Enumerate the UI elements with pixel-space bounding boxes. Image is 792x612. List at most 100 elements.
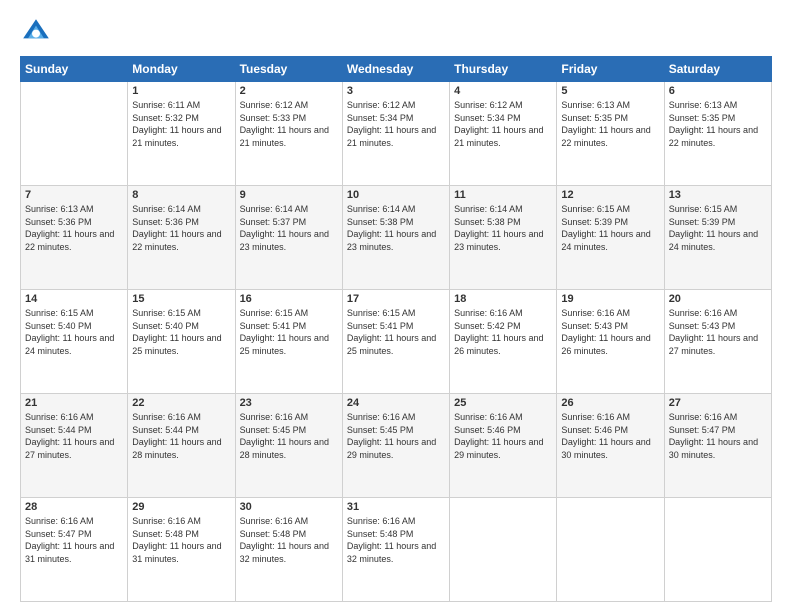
calendar-cell: 22 Sunrise: 6:16 AMSunset: 5:44 PMDayligh…	[128, 394, 235, 498]
day-number: 8	[132, 189, 230, 201]
calendar-cell: 31 Sunrise: 6:16 AMSunset: 5:48 PMDayligh…	[342, 498, 449, 602]
calendar-cell: 13Sunrise: 6:15 AMSunset: 5:39 PMDayligh…	[664, 186, 771, 290]
day-info: Sunrise: 6:13 AMSunset: 5:35 PMDaylight:…	[669, 99, 767, 149]
day-info: Sunrise: 6:12 AMSunset: 5:33 PMDaylight:…	[240, 99, 338, 149]
day-info: Sunrise: 6:13 AMSunset: 5:36 PMDaylight:…	[25, 203, 123, 253]
calendar-cell: 5 Sunrise: 6:13 AMSunset: 5:35 PMDaylight…	[557, 82, 664, 186]
calendar-cell: 15Sunrise: 6:15 AMSunset: 5:40 PMDayligh…	[128, 290, 235, 394]
weekday-header-friday: Friday	[557, 57, 664, 82]
day-info: Sunrise: 6:16 AMSunset: 5:44 PMDaylight:…	[132, 411, 230, 461]
day-info: Sunrise: 6:15 AMSunset: 5:40 PMDaylight:…	[25, 307, 123, 357]
calendar-cell	[450, 498, 557, 602]
calendar-cell: 11 Sunrise: 6:14 AMSunset: 5:38 PMDayligh…	[450, 186, 557, 290]
day-info: Sunrise: 6:15 AMSunset: 5:39 PMDaylight:…	[669, 203, 767, 253]
calendar-cell: 18 Sunrise: 6:16 AMSunset: 5:42 PMDayligh…	[450, 290, 557, 394]
day-number: 29	[132, 501, 230, 513]
day-number: 26	[561, 397, 659, 409]
calendar-table: SundayMondayTuesdayWednesdayThursdayFrid…	[20, 56, 772, 602]
calendar-cell: 2 Sunrise: 6:12 AMSunset: 5:33 PMDaylight…	[235, 82, 342, 186]
week-row-2: 7 Sunrise: 6:13 AMSunset: 5:36 PMDaylight…	[21, 186, 772, 290]
calendar-cell: 4 Sunrise: 6:12 AMSunset: 5:34 PMDaylight…	[450, 82, 557, 186]
calendar-cell	[664, 498, 771, 602]
day-number: 1	[132, 85, 230, 97]
day-info: Sunrise: 6:12 AMSunset: 5:34 PMDaylight:…	[347, 99, 445, 149]
day-info: Sunrise: 6:16 AMSunset: 5:45 PMDaylight:…	[347, 411, 445, 461]
day-number: 15	[132, 293, 230, 305]
calendar-cell: 3 Sunrise: 6:12 AMSunset: 5:34 PMDaylight…	[342, 82, 449, 186]
day-info: Sunrise: 6:16 AMSunset: 5:48 PMDaylight:…	[132, 515, 230, 565]
weekday-header-wednesday: Wednesday	[342, 57, 449, 82]
day-info: Sunrise: 6:16 AMSunset: 5:48 PMDaylight:…	[240, 515, 338, 565]
day-info: Sunrise: 6:11 AMSunset: 5:32 PMDaylight:…	[132, 99, 230, 149]
day-info: Sunrise: 6:14 AMSunset: 5:37 PMDaylight:…	[240, 203, 338, 253]
day-info: Sunrise: 6:12 AMSunset: 5:34 PMDaylight:…	[454, 99, 552, 149]
week-row-5: 28 Sunrise: 6:16 AMSunset: 5:47 PMDayligh…	[21, 498, 772, 602]
calendar-cell: 30 Sunrise: 6:16 AMSunset: 5:48 PMDayligh…	[235, 498, 342, 602]
calendar-cell: 9 Sunrise: 6:14 AMSunset: 5:37 PMDaylight…	[235, 186, 342, 290]
calendar-cell: 20Sunrise: 6:16 AMSunset: 5:43 PMDayligh…	[664, 290, 771, 394]
day-number: 20	[669, 293, 767, 305]
weekday-header-monday: Monday	[128, 57, 235, 82]
day-number: 27	[669, 397, 767, 409]
day-info: Sunrise: 6:14 AMSunset: 5:36 PMDaylight:…	[132, 203, 230, 253]
day-number: 24	[347, 397, 445, 409]
weekday-header-row: SundayMondayTuesdayWednesdayThursdayFrid…	[21, 57, 772, 82]
calendar-cell: 19 Sunrise: 6:16 AMSunset: 5:43 PMDayligh…	[557, 290, 664, 394]
calendar-cell: 21Sunrise: 6:16 AMSunset: 5:44 PMDayligh…	[21, 394, 128, 498]
day-number: 5	[561, 85, 659, 97]
day-number: 10	[347, 189, 445, 201]
calendar-cell: 26Sunrise: 6:16 AMSunset: 5:46 PMDayligh…	[557, 394, 664, 498]
logo	[20, 16, 56, 48]
week-row-4: 21Sunrise: 6:16 AMSunset: 5:44 PMDayligh…	[21, 394, 772, 498]
day-number: 23	[240, 397, 338, 409]
week-row-3: 14 Sunrise: 6:15 AMSunset: 5:40 PMDayligh…	[21, 290, 772, 394]
day-number: 3	[347, 85, 445, 97]
day-info: Sunrise: 6:16 AMSunset: 5:42 PMDaylight:…	[454, 307, 552, 357]
day-number: 30	[240, 501, 338, 513]
calendar-cell: 14 Sunrise: 6:15 AMSunset: 5:40 PMDayligh…	[21, 290, 128, 394]
day-number: 22	[132, 397, 230, 409]
day-number: 7	[25, 189, 123, 201]
day-number: 14	[25, 293, 123, 305]
day-number: 9	[240, 189, 338, 201]
calendar-cell	[557, 498, 664, 602]
week-row-1: 1 Sunrise: 6:11 AMSunset: 5:32 PMDaylight…	[21, 82, 772, 186]
day-number: 31	[347, 501, 445, 513]
weekday-header-thursday: Thursday	[450, 57, 557, 82]
day-number: 25	[454, 397, 552, 409]
day-info: Sunrise: 6:13 AMSunset: 5:35 PMDaylight:…	[561, 99, 659, 149]
weekday-header-tuesday: Tuesday	[235, 57, 342, 82]
day-info: Sunrise: 6:15 AMSunset: 5:41 PMDaylight:…	[240, 307, 338, 357]
day-info: Sunrise: 6:14 AMSunset: 5:38 PMDaylight:…	[454, 203, 552, 253]
calendar-cell: 1 Sunrise: 6:11 AMSunset: 5:32 PMDaylight…	[128, 82, 235, 186]
calendar-cell: 12Sunrise: 6:15 AMSunset: 5:39 PMDayligh…	[557, 186, 664, 290]
day-info: Sunrise: 6:16 AMSunset: 5:48 PMDaylight:…	[347, 515, 445, 565]
day-number: 18	[454, 293, 552, 305]
calendar-cell: 16Sunrise: 6:15 AMSunset: 5:41 PMDayligh…	[235, 290, 342, 394]
day-info: Sunrise: 6:16 AMSunset: 5:47 PMDaylight:…	[25, 515, 123, 565]
day-info: Sunrise: 6:16 AMSunset: 5:45 PMDaylight:…	[240, 411, 338, 461]
day-info: Sunrise: 6:16 AMSunset: 5:44 PMDaylight:…	[25, 411, 123, 461]
weekday-header-sunday: Sunday	[21, 57, 128, 82]
day-info: Sunrise: 6:16 AMSunset: 5:46 PMDaylight:…	[454, 411, 552, 461]
calendar-cell: 17Sunrise: 6:15 AMSunset: 5:41 PMDayligh…	[342, 290, 449, 394]
weekday-header-saturday: Saturday	[664, 57, 771, 82]
page: SundayMondayTuesdayWednesdayThursdayFrid…	[0, 0, 792, 612]
calendar-cell: 24 Sunrise: 6:16 AMSunset: 5:45 PMDayligh…	[342, 394, 449, 498]
calendar-cell: 7 Sunrise: 6:13 AMSunset: 5:36 PMDaylight…	[21, 186, 128, 290]
day-number: 6	[669, 85, 767, 97]
header	[20, 16, 772, 48]
calendar-cell: 25 Sunrise: 6:16 AMSunset: 5:46 PMDayligh…	[450, 394, 557, 498]
day-number: 2	[240, 85, 338, 97]
day-info: Sunrise: 6:16 AMSunset: 5:43 PMDaylight:…	[561, 307, 659, 357]
day-number: 17	[347, 293, 445, 305]
day-number: 11	[454, 189, 552, 201]
day-number: 4	[454, 85, 552, 97]
day-number: 19	[561, 293, 659, 305]
day-number: 28	[25, 501, 123, 513]
day-info: Sunrise: 6:15 AMSunset: 5:39 PMDaylight:…	[561, 203, 659, 253]
calendar-cell	[21, 82, 128, 186]
calendar-cell: 29 Sunrise: 6:16 AMSunset: 5:48 PMDayligh…	[128, 498, 235, 602]
calendar-cell: 8 Sunrise: 6:14 AMSunset: 5:36 PMDaylight…	[128, 186, 235, 290]
day-info: Sunrise: 6:16 AMSunset: 5:47 PMDaylight:…	[669, 411, 767, 461]
